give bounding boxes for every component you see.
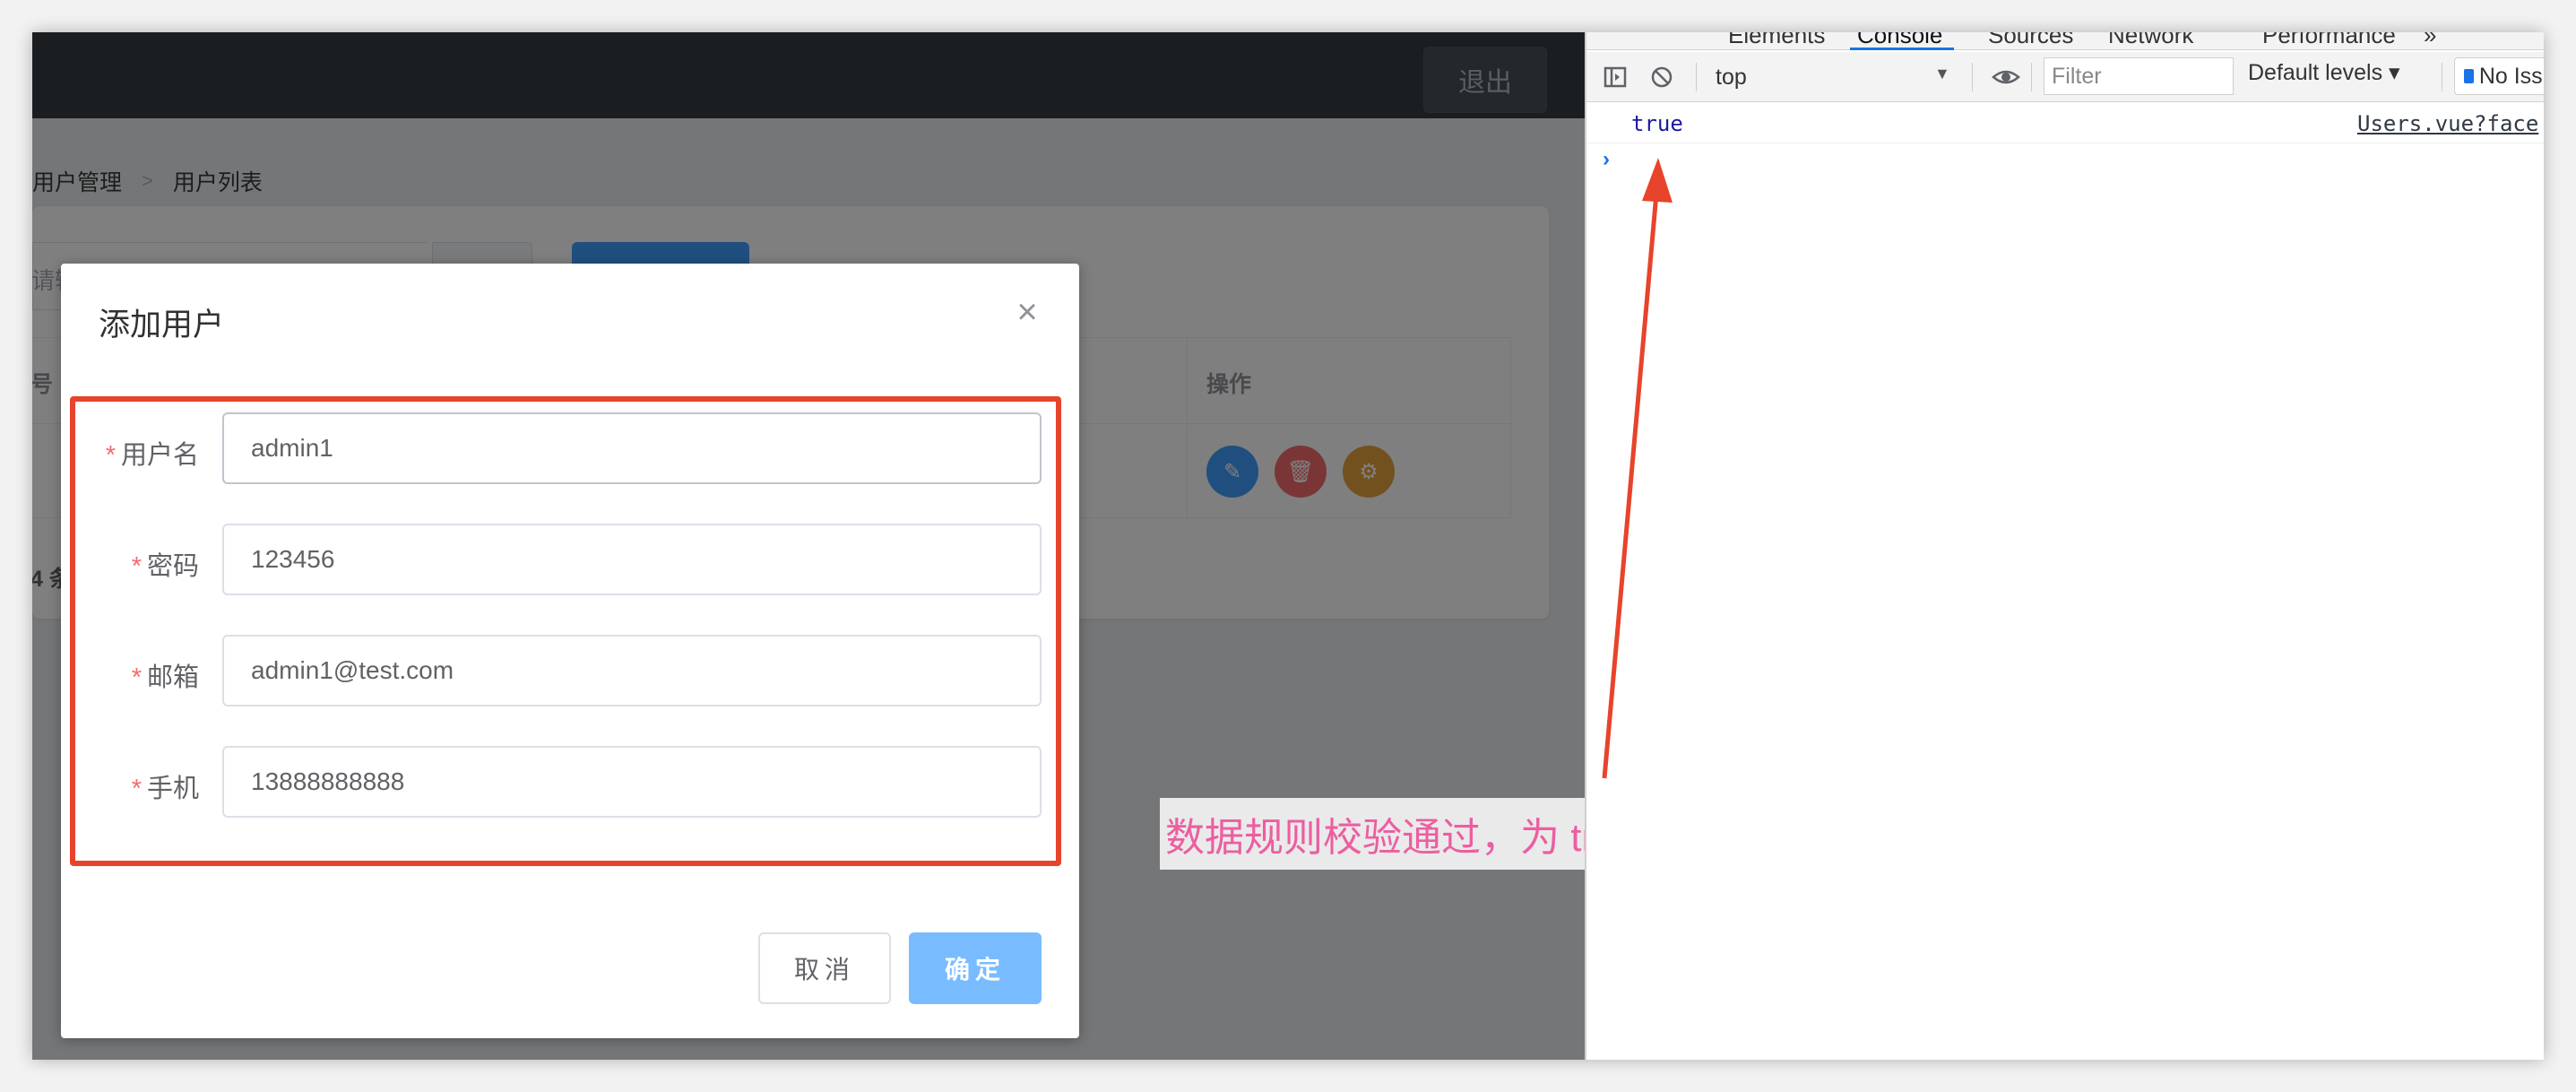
confirm-button[interactable]: 确定 — [909, 932, 1042, 1004]
toolbar-divider — [1696, 63, 1697, 91]
username-label: * 用户名 — [105, 441, 199, 470]
more-tabs-icon[interactable]: » — [2424, 32, 2436, 49]
filter-input[interactable]: Filter — [2044, 57, 2234, 95]
console-log-value: true — [1631, 111, 1683, 136]
context-select[interactable]: top — [1716, 59, 1959, 95]
tab-sources[interactable]: Sources — [1988, 32, 2073, 49]
required-asterisk: * — [105, 441, 116, 470]
required-asterisk: * — [131, 663, 142, 692]
eye-icon[interactable] — [1990, 61, 2022, 93]
tab-network[interactable]: Network — [2108, 32, 2193, 49]
cancel-button[interactable]: 取消 — [758, 932, 891, 1004]
username-field[interactable]: admin1 — [222, 412, 1042, 484]
form-row-username: * 用户名 admin1 — [61, 412, 1079, 486]
clear-console-icon[interactable] — [1646, 61, 1678, 93]
annotation-text: 数据规则校验通过，为 true — [1160, 798, 1585, 870]
context-value: top — [1716, 64, 1747, 90]
email-label: * 邮箱 — [131, 663, 199, 692]
chevron-down-icon: ▼ — [1934, 65, 1950, 82]
app-area: 退出 用户管理 > 用户列表 请输 号 操作 ✎ — [32, 32, 1585, 1060]
toolbar-divider — [2031, 63, 2032, 91]
console-source-link[interactable]: Users.vue?face — [2357, 111, 2538, 136]
required-asterisk: * — [131, 552, 142, 581]
tab-performance[interactable]: Performance — [2262, 32, 2396, 49]
devtools-tab-bar: Elements Console Sources Network Perform… — [1586, 32, 2544, 50]
password-field[interactable]: 123456 — [222, 524, 1042, 595]
active-tab-indicator — [1850, 48, 1954, 50]
mobile-field[interactable]: 13888888888 — [222, 746, 1042, 818]
form-row-email: * 邮箱 admin1@test.com — [61, 635, 1079, 708]
tab-elements[interactable]: Elements — [1728, 32, 1825, 49]
form-row-password: * 密码 123456 — [61, 524, 1079, 597]
log-levels-select[interactable]: Default levels ▾ — [2248, 59, 2400, 86]
sidebar-toggle-icon[interactable] — [1599, 61, 1631, 93]
devtools-panel: Elements Console Sources Network Perform… — [1585, 32, 2544, 1060]
required-asterisk: * — [131, 775, 142, 803]
screenshot-frame: 退出 用户管理 > 用户列表 请输 号 操作 ✎ — [32, 32, 2544, 1060]
email-field[interactable]: admin1@test.com — [222, 635, 1042, 706]
form-row-mobile: * 手机 13888888888 — [61, 746, 1079, 819]
issues-label: No Issues — [2478, 63, 2544, 89]
issues-icon — [2464, 69, 2474, 83]
mobile-label: * 手机 — [131, 775, 199, 803]
add-user-dialog: 添加用户 × * 用户名 admin1 * 密码 123456 * 邮箱 admin1… — [61, 264, 1079, 1038]
close-icon[interactable]: × — [1011, 294, 1043, 330]
issues-button[interactable]: No Issues — [2454, 57, 2544, 95]
toolbar-divider — [1972, 63, 1973, 91]
password-label: * 密码 — [131, 552, 199, 581]
console-toolbar: top ▼ Filter Default levels ▾ No Issues — [1586, 52, 2544, 102]
dialog-title: 添加用户 — [99, 308, 225, 342]
console-prompt-icon[interactable]: › — [1603, 147, 1610, 172]
console-log-entry: true Users.vue?face — [1586, 104, 2544, 143]
